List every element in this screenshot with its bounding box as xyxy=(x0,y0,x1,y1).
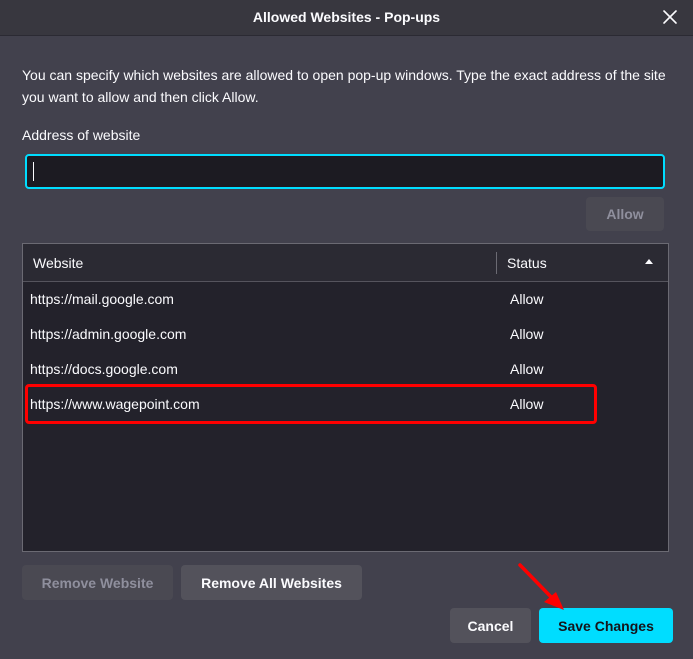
allowed-websites-dialog: Allowed Websites - Pop-ups You can speci… xyxy=(0,0,693,659)
column-header-website[interactable]: Website xyxy=(33,255,83,271)
table-row[interactable]: https://mail.google.com Allow xyxy=(23,282,668,317)
websites-table: Website Status https://mail.google.com A… xyxy=(22,243,669,552)
remove-all-websites-button[interactable]: Remove All Websites xyxy=(181,565,362,600)
cell-website: https://admin.google.com xyxy=(30,326,187,342)
dialog-title: Allowed Websites - Pop-ups xyxy=(252,9,441,25)
red-arrow-icon xyxy=(518,563,564,610)
cell-status: Allow xyxy=(510,396,544,412)
close-button[interactable] xyxy=(659,6,681,28)
column-header-status[interactable]: Status xyxy=(497,244,668,281)
cancel-button[interactable]: Cancel xyxy=(450,608,531,643)
table-row[interactable]: https://docs.google.com Allow xyxy=(23,352,668,387)
save-changes-button[interactable]: Save Changes xyxy=(539,608,673,643)
column-header-status-label: Status xyxy=(507,255,547,271)
cell-status: Allow xyxy=(510,326,544,342)
address-label: Address of website xyxy=(22,127,141,143)
cell-status: Allow xyxy=(510,291,544,307)
table-row[interactable]: https://admin.google.com Allow xyxy=(23,317,668,352)
table-header: Website Status xyxy=(23,244,668,282)
close-icon xyxy=(663,10,677,24)
cell-website: https://docs.google.com xyxy=(30,361,178,377)
cell-status: Allow xyxy=(510,361,544,377)
table-row[interactable]: https://www.wagepoint.com Allow xyxy=(23,387,668,422)
intro-text: You can specify which websites are allow… xyxy=(22,67,666,105)
dialog-titlebar: Allowed Websites - Pop-ups xyxy=(0,0,693,36)
cell-website: https://mail.google.com xyxy=(30,291,174,307)
allow-button[interactable]: Allow xyxy=(586,197,664,231)
cell-website: https://www.wagepoint.com xyxy=(30,396,200,412)
text-caret xyxy=(33,162,34,181)
remove-website-button[interactable]: Remove Website xyxy=(22,565,173,600)
address-input[interactable] xyxy=(25,154,665,189)
sort-ascending-icon xyxy=(645,259,653,264)
